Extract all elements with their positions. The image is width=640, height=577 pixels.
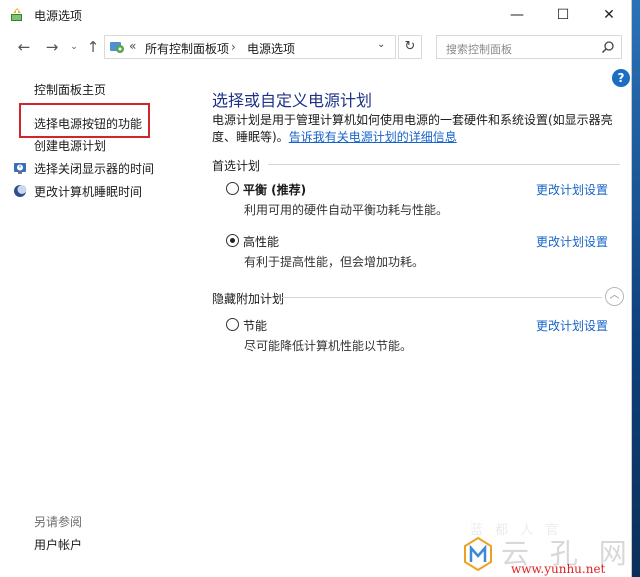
search-placeholder: 搜索控制面板 xyxy=(446,43,512,56)
control-panel-icon xyxy=(110,42,124,53)
minimize-button[interactable]: — xyxy=(494,0,540,30)
display-timer-icon xyxy=(14,163,26,174)
address-dropdown-icon[interactable]: ⌄ xyxy=(377,39,385,50)
preferred-plans-label: 首选计划 xyxy=(212,159,261,173)
preferred-plans-divider xyxy=(268,164,620,165)
plan-balanced-settings-link[interactable]: 更改计划设置 xyxy=(536,181,608,198)
left-task-pane: 控制面板主页 选择电源按钮的功能 创建电源计划 选择关闭显示器的时间 更改计算机… xyxy=(0,64,196,577)
plan-power-saver-settings-link[interactable]: 更改计划设置 xyxy=(536,317,608,334)
power-options-icon xyxy=(11,8,22,21)
sidebar-item-change-sleep-time[interactable]: 更改计算机睡眠时间 xyxy=(34,183,142,200)
plan-power-saver-radio[interactable] xyxy=(226,318,239,331)
maximize-button[interactable]: ☐ xyxy=(540,0,586,30)
see-also-user-accounts[interactable]: 用户帐户 xyxy=(34,536,82,553)
see-also-heading: 另请参阅 xyxy=(34,515,83,529)
collapse-chevron-up-icon[interactable]: ︿ xyxy=(605,287,624,306)
breadcrumb-power-options[interactable]: 电源选项 xyxy=(247,40,295,57)
plan-high-performance-radio[interactable] xyxy=(226,234,239,247)
hidden-plans-label: 隐藏附加计划 xyxy=(212,292,285,306)
plan-balanced-radio[interactable] xyxy=(226,182,239,195)
plan-power-saver-name[interactable]: 节能 xyxy=(243,317,267,334)
watermark-url: www.yunhu.net xyxy=(511,562,606,576)
address-overflow-chevron[interactable]: « xyxy=(129,39,136,53)
power-options-window: 电源选项 — ☐ ✕ ← → ⌄ ↑ « 所有控制面板项 › 电源选项 ⌄ ↻ … xyxy=(0,0,632,577)
help-icon[interactable]: ? xyxy=(612,69,630,87)
sidebar-item-control-panel-home[interactable]: 控制面板主页 xyxy=(34,81,106,98)
sidebar-item-choose-display-off-time[interactable]: 选择关闭显示器的时间 xyxy=(34,160,154,177)
search-input[interactable]: 搜索控制面板 xyxy=(436,35,622,59)
page-title: 选择或自定义电源计划 xyxy=(212,91,373,110)
watermark-logo-icon xyxy=(464,536,492,572)
plan-balanced-desc: 利用可用的硬件自动平衡功耗与性能。 xyxy=(244,203,449,217)
up-arrow-icon[interactable]: ↑ xyxy=(83,38,103,58)
site-watermark: 云 孔 网 www.yunhu.net xyxy=(463,532,640,577)
hidden-plans-divider xyxy=(282,297,602,298)
page-description: 电源计划是用于管理计算机如何使用电源的一套硬件和系统设置(如显示器亮度、睡眠等)… xyxy=(212,112,620,146)
plan-high-performance-name[interactable]: 高性能 xyxy=(243,233,279,250)
sleep-moon-icon xyxy=(14,185,27,197)
navigation-bar: ← → ⌄ ↑ « 所有控制面板项 › 电源选项 ⌄ ↻ 搜索控制面板 xyxy=(0,30,632,64)
learn-more-link[interactable]: 告诉我有关电源计划的详细信息 xyxy=(289,130,457,144)
close-button[interactable]: ✕ xyxy=(586,0,632,30)
back-arrow-icon[interactable]: ← xyxy=(14,38,34,58)
plan-power-saver-desc: 尽可能降低计算机性能以节能。 xyxy=(244,339,413,353)
sidebar-item-create-power-plan[interactable]: 创建电源计划 xyxy=(34,137,106,154)
plan-balanced-name[interactable]: 平衡 (推荐) xyxy=(243,181,306,198)
refresh-icon[interactable]: ↻ xyxy=(398,35,422,59)
search-icon[interactable] xyxy=(601,40,615,54)
recent-locations-chevron-icon[interactable]: ⌄ xyxy=(64,38,84,58)
address-bar[interactable]: « 所有控制面板项 › 电源选项 ⌄ xyxy=(104,35,396,59)
red-highlight-box xyxy=(19,103,150,138)
plan-high-performance-settings-link[interactable]: 更改计划设置 xyxy=(536,233,608,250)
window-title: 电源选项 xyxy=(34,9,83,23)
breadcrumb-separator[interactable]: › xyxy=(231,40,236,54)
title-bar: 电源选项 — ☐ ✕ xyxy=(0,0,632,30)
plan-high-performance-desc: 有利于提高性能，但会增加功耗。 xyxy=(244,255,425,269)
desktop-background-strip xyxy=(632,0,640,577)
breadcrumb-all-control-panel-items[interactable]: 所有控制面板项 xyxy=(145,40,229,57)
forward-arrow-icon[interactable]: → xyxy=(42,38,62,58)
